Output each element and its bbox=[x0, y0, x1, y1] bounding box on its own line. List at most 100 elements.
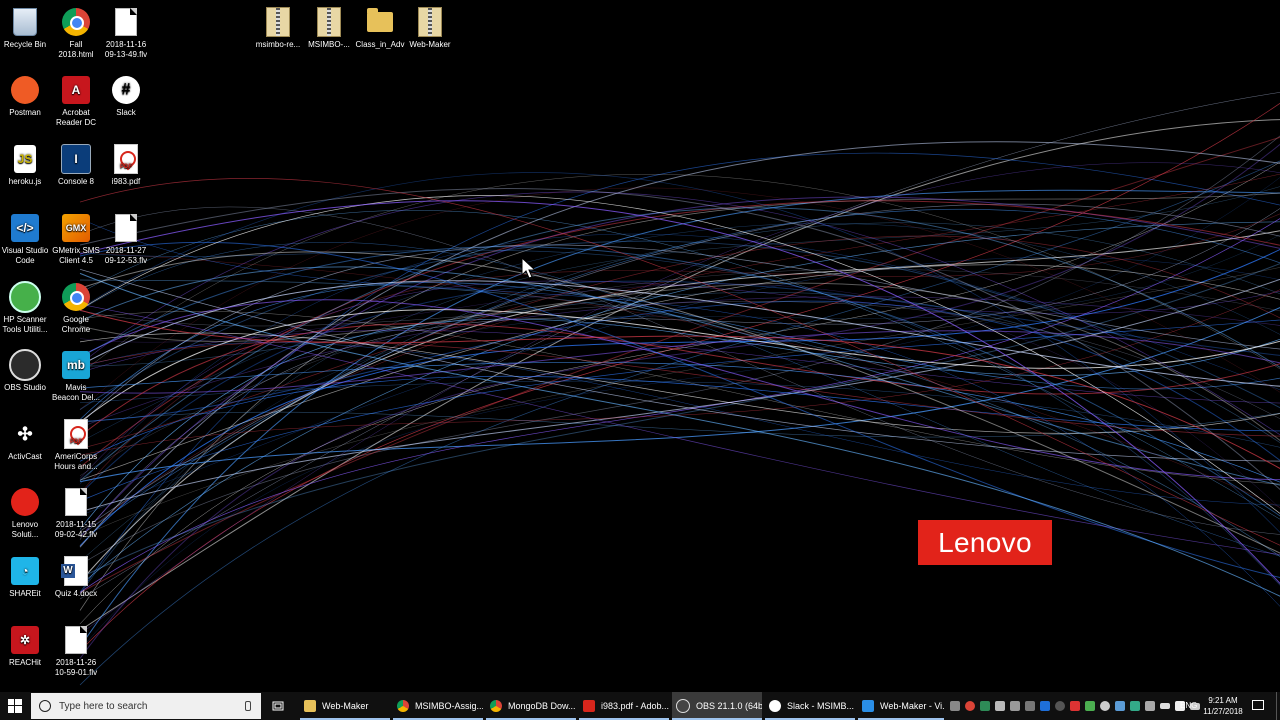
taskbar-app-chrome-mongodb[interactable]: MongoDB Dow... bbox=[486, 692, 576, 720]
hp-scanner-icon bbox=[9, 281, 41, 313]
wallpaper-light-line bbox=[79, 195, 1280, 515]
wallpaper-light-line bbox=[79, 136, 1280, 594]
desktop-icon-fall-2018-html[interactable]: Fall 2018.html bbox=[51, 6, 101, 60]
security-tray-icon[interactable] bbox=[980, 701, 990, 711]
word-document-icon bbox=[60, 555, 92, 587]
obs-tray-icon[interactable] bbox=[1055, 701, 1065, 711]
wallpaper-light-line bbox=[79, 162, 1280, 635]
taskbar-app-obs[interactable]: OBS 21.1.0 (64bi... bbox=[672, 692, 762, 720]
lenovo-logo: Lenovo bbox=[918, 520, 1052, 565]
desktop-icon-flv-2018-11-16[interactable]: 2018-11-16 09-13-49.flv bbox=[101, 6, 151, 60]
clock-date: 11/27/2018 bbox=[1203, 707, 1243, 716]
gmetrix-icon: GMX bbox=[60, 212, 92, 244]
chrome-tray-icon[interactable] bbox=[965, 701, 975, 711]
settings-tray-icon[interactable] bbox=[950, 701, 960, 711]
windows-logo-icon bbox=[8, 699, 22, 713]
recycle-bin-icon bbox=[9, 6, 41, 38]
desktop-icon-msimbo-re[interactable]: msimbo-re... bbox=[253, 6, 303, 50]
desktop-icon-recycle-bin[interactable]: Recycle Bin bbox=[0, 6, 50, 50]
wallpaper-light-line bbox=[79, 283, 1280, 509]
usb-tray-icon[interactable] bbox=[995, 701, 1005, 711]
desktop-icon-activcast[interactable]: ✣ ActivCast bbox=[0, 418, 50, 462]
battery-icon[interactable] bbox=[1160, 703, 1170, 709]
console-icon: I bbox=[60, 143, 92, 175]
lock-tray-icon[interactable] bbox=[1010, 701, 1020, 711]
input-language[interactable]: ENG bbox=[1180, 701, 1197, 710]
desktop-icon-vscode[interactable]: </> Visual Studio Code bbox=[0, 212, 50, 266]
wallpaper-light-line bbox=[79, 141, 1280, 548]
app-tray-icon[interactable] bbox=[1130, 701, 1140, 711]
desktop-icon-heroku-js[interactable]: JS heroku.js bbox=[0, 143, 50, 187]
pdf-icon bbox=[60, 418, 92, 450]
desktop-icon-flv-2018-11-26[interactable]: 2018-11-26 10-59-01.flv bbox=[51, 624, 101, 678]
desktop-icon-flv-2018-11-15[interactable]: 2018-11-15 09-02-42.flv bbox=[51, 486, 101, 540]
chrome-icon bbox=[60, 281, 92, 313]
onedrive-tray-icon[interactable] bbox=[1100, 701, 1110, 711]
taskbar-clock[interactable]: 9:21 AM 11/27/2018 bbox=[1200, 695, 1246, 717]
desktop-icon-quiz-4-docx[interactable]: Quiz 4.docx bbox=[51, 555, 101, 599]
wallpaper-light-line bbox=[79, 319, 1280, 502]
taskbar-app-vscode-web-maker[interactable]: Web-Maker - Vi... bbox=[858, 692, 944, 720]
monitor-tray-icon[interactable] bbox=[1115, 701, 1125, 711]
obs-icon bbox=[9, 349, 41, 381]
desktop-icon-msimbo[interactable]: MSIMBO-... bbox=[304, 6, 354, 50]
antivirus-tray-icon[interactable] bbox=[1070, 701, 1080, 711]
wallpaper-light-line bbox=[79, 300, 1280, 462]
wallpaper-light-line bbox=[79, 309, 1280, 423]
share-tray-icon[interactable] bbox=[1145, 701, 1155, 711]
wallpaper-light-line bbox=[79, 246, 1280, 517]
task-view-button[interactable] bbox=[270, 692, 286, 720]
wallpaper-light-line bbox=[79, 241, 1280, 578]
acrobat-icon: A bbox=[60, 74, 92, 106]
activcast-icon: ✣ bbox=[9, 418, 41, 450]
start-button[interactable] bbox=[0, 692, 30, 720]
taskbar-app-acrobat-i983[interactable]: i983.pdf - Adob... bbox=[579, 692, 669, 720]
taskbar-app-chrome-msimbo[interactable]: MSIMBO-Assig... bbox=[393, 692, 483, 720]
postman-icon bbox=[9, 74, 41, 106]
obs-icon bbox=[676, 699, 690, 713]
search-placeholder: Type here to search bbox=[59, 700, 148, 712]
system-tray bbox=[950, 692, 1200, 720]
desktop-icon-americorps[interactable]: AmeriCorps Hours and... bbox=[51, 418, 101, 472]
taskbar-app-slack[interactable]: Slack - MSIMB... bbox=[765, 692, 855, 720]
desktop-icon-google-chrome[interactable]: Google Chrome bbox=[51, 281, 101, 335]
desktop-icon-i983-pdf[interactable]: i983.pdf bbox=[101, 143, 151, 187]
taskbar: Type here to search Web-Maker MSIMBO-Ass… bbox=[0, 692, 1280, 720]
desktop-icon-acrobat-reader[interactable]: A Acrobat Reader DC bbox=[51, 74, 101, 128]
desktop-icon-postman[interactable]: Postman bbox=[0, 74, 50, 118]
desktop-icon-lenovo-solution[interactable]: Lenovo Soluti... bbox=[0, 486, 50, 540]
desktop-icon-web-maker[interactable]: Web-Maker bbox=[405, 6, 455, 50]
taskbar-search-box[interactable]: Type here to search bbox=[31, 693, 261, 719]
desktop-icon-hp-scanner[interactable]: HP Scanner Tools Utiliti... bbox=[0, 281, 50, 335]
lenovo-solution-icon bbox=[9, 486, 41, 518]
show-desktop-button[interactable] bbox=[1276, 692, 1280, 720]
taskbar-app-web-maker-folder[interactable]: Web-Maker bbox=[300, 692, 390, 720]
desktop-icon-console-8[interactable]: I Console 8 bbox=[51, 143, 101, 187]
desktop-icon-class-in-adv[interactable]: Class_in_Adv bbox=[355, 6, 405, 50]
drive-tray-icon[interactable] bbox=[1025, 701, 1035, 711]
desktop: Lenovo Recycle Bin Fall 2018.html 2018-1… bbox=[0, 0, 1280, 692]
slack-icon bbox=[769, 700, 781, 712]
desktop-icon-obs-studio[interactable]: OBS Studio bbox=[0, 349, 50, 393]
desktop-icon-slack[interactable]: # Slack bbox=[101, 74, 151, 118]
desktop-icon-flv-2018-11-27[interactable]: 2018-11-27 09-12-53.flv bbox=[101, 212, 151, 266]
microphone-icon[interactable] bbox=[245, 701, 251, 711]
wallpaper bbox=[79, 92, 1280, 686]
action-center-icon[interactable] bbox=[1252, 700, 1264, 710]
clock-time: 9:21 AM bbox=[1208, 696, 1238, 705]
search-icon bbox=[39, 700, 51, 712]
zip-folder-icon bbox=[262, 6, 294, 38]
desktop-icon-shareit[interactable]: ◔ SHAREit bbox=[0, 555, 50, 599]
network-status-tray-icon[interactable] bbox=[1085, 701, 1095, 711]
desktop-icon-reachit[interactable]: ✲ REACHit bbox=[0, 624, 50, 668]
desktop-icon-gmetrix[interactable]: GMX GMetrix SMS Client 4.5 bbox=[51, 212, 101, 266]
wallpaper-light-line bbox=[79, 279, 1280, 557]
desktop-icon-mavis-beacon[interactable]: mb Mavis Beacon Del... bbox=[51, 349, 101, 403]
wallpaper-light-line bbox=[79, 222, 1280, 562]
slack-icon: # bbox=[110, 74, 142, 106]
mouse-pointer-icon bbox=[521, 257, 537, 279]
reachit-icon: ✲ bbox=[9, 624, 41, 656]
acrobat-icon bbox=[583, 700, 595, 712]
task-view-icon bbox=[272, 701, 284, 711]
bluetooth-tray-icon[interactable] bbox=[1040, 701, 1050, 711]
